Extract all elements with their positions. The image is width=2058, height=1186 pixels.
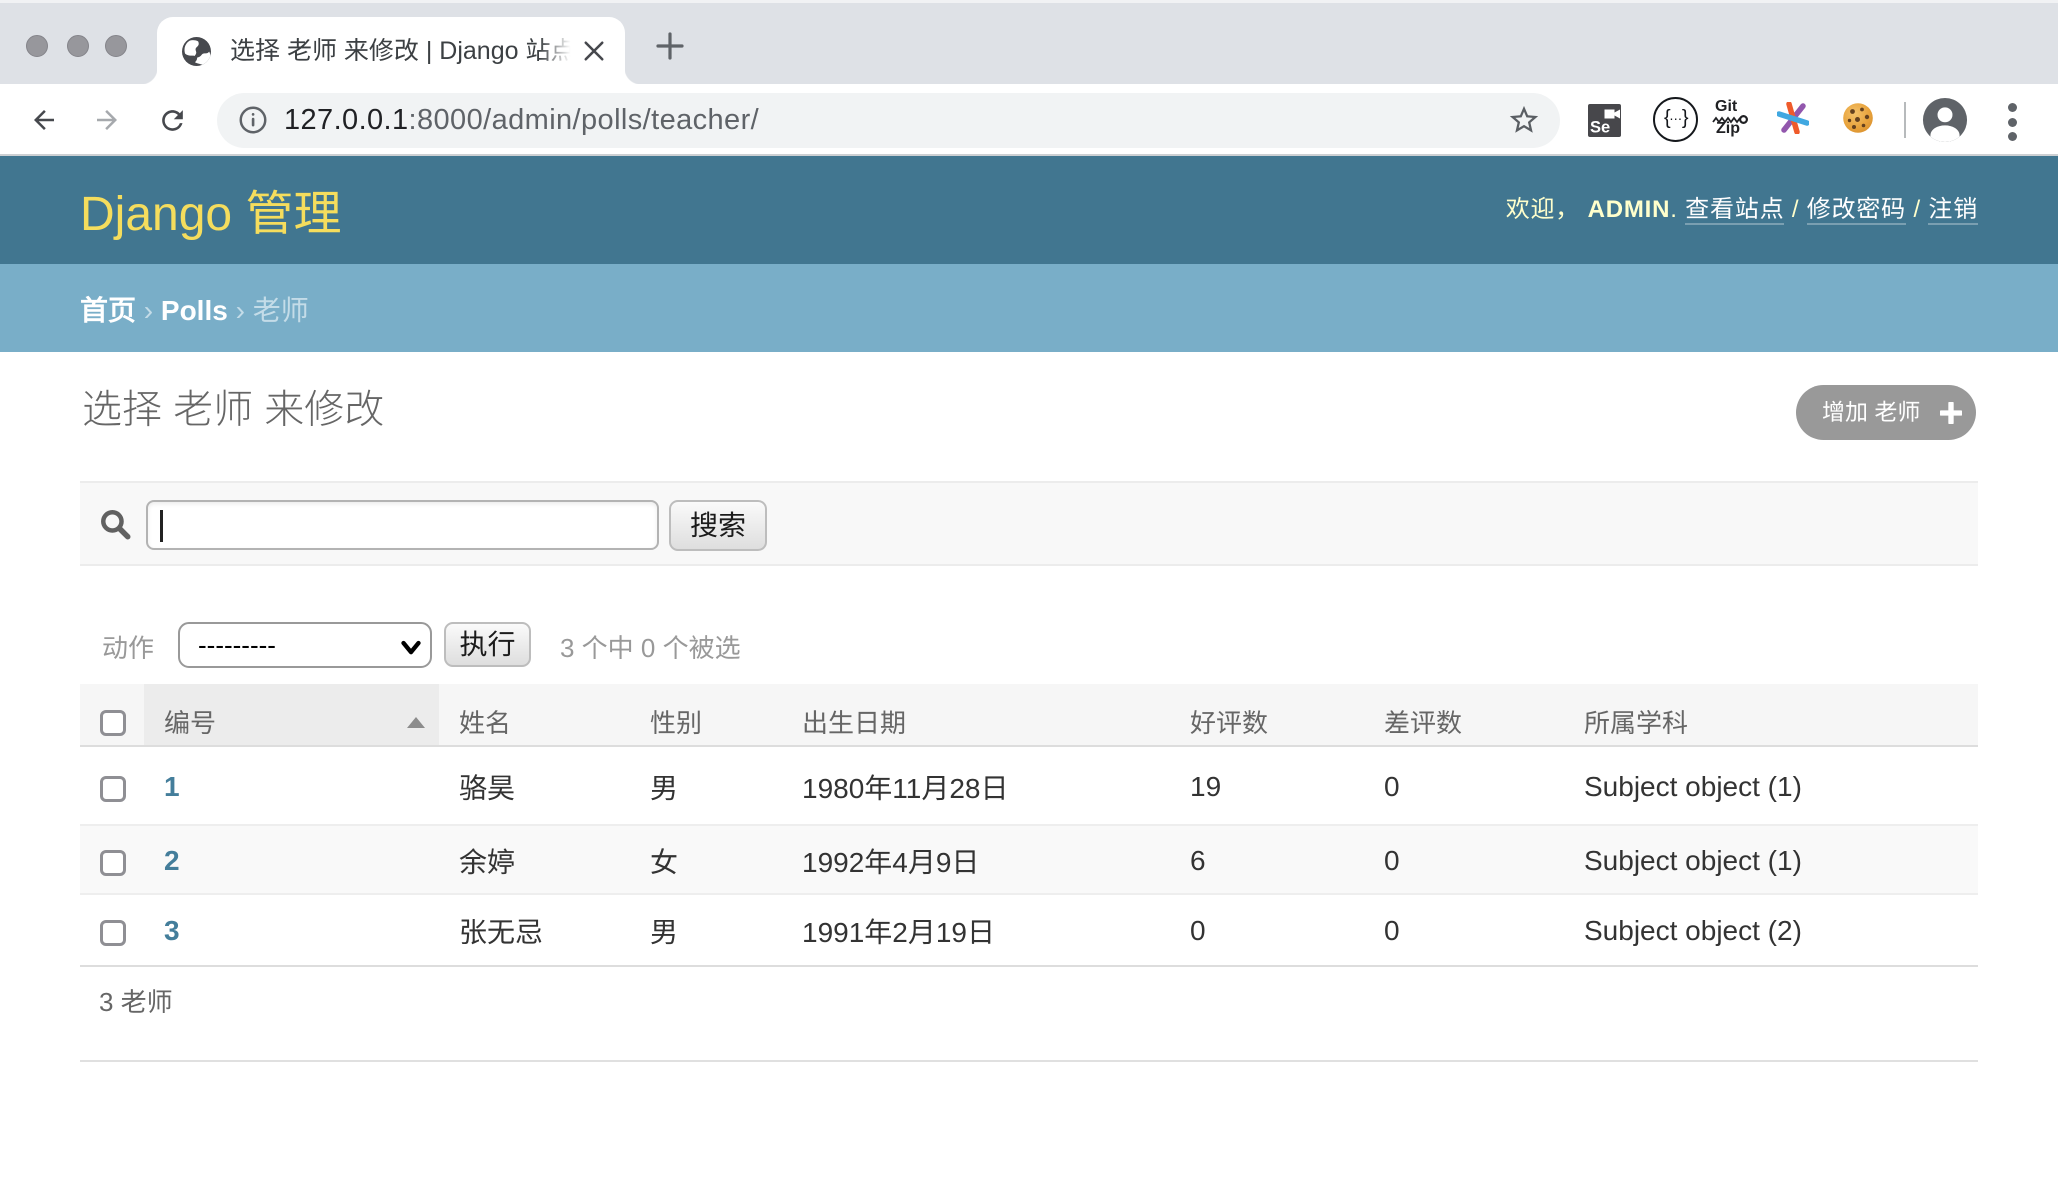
svg-text:Se: Se — [1590, 119, 1610, 137]
